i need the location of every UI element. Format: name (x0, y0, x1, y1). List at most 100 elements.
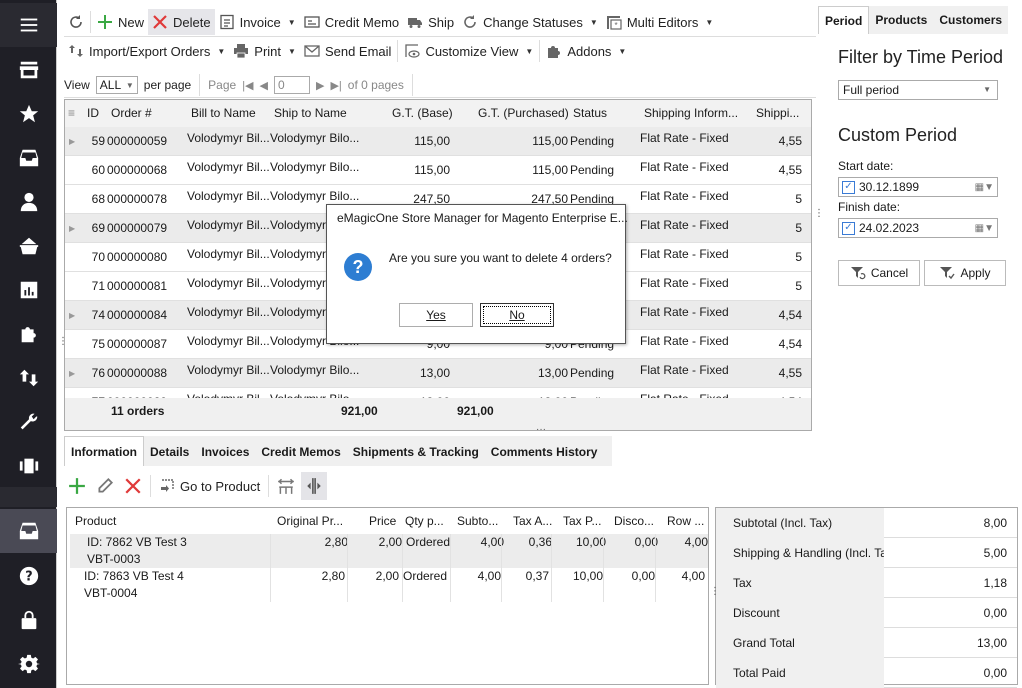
tab-period[interactable]: Period (818, 6, 870, 34)
no-button[interactable]: No (480, 303, 554, 327)
column-header-product[interactable]: Product (75, 508, 116, 534)
column-header-order[interactable]: Order # (111, 100, 152, 127)
print-button[interactable]: Print ▼ (229, 38, 300, 64)
column-header-status[interactable]: Status (573, 100, 607, 127)
refresh-button[interactable] (64, 9, 88, 35)
column-header-shipping-info[interactable]: Shipping Inform... (644, 100, 738, 127)
sidebar-item-reports[interactable] (0, 268, 57, 312)
fit-columns-button[interactable] (273, 472, 299, 500)
tab-products[interactable]: Products (869, 6, 933, 34)
import-export-button[interactable]: Import/Export Orders ▼ (64, 38, 229, 64)
svg-text:*: * (614, 21, 617, 30)
tab-shipments-tracking[interactable]: Shipments & Tracking (347, 438, 485, 466)
tab-invoices[interactable]: Invoices (195, 438, 255, 466)
order-row[interactable]: 60 000000068 Volodymyr Bil... Volodymyr Bil… (65, 156, 811, 185)
sidebar-item-favorites[interactable] (0, 92, 57, 136)
calendar-dropdown-icon[interactable]: ▦▼ (975, 223, 994, 234)
item-row[interactable]: ID: 7862 VB Test 3 VBT-0003 2,80 2,00 Ordere… (70, 534, 708, 568)
customize-view-button[interactable]: Customize View ▼ (400, 38, 537, 64)
row-expand-icon[interactable]: ▶ (69, 301, 75, 330)
column-chooser-icon[interactable]: ≡ (68, 100, 75, 127)
first-page-icon[interactable]: |◀ (242, 79, 253, 92)
finish-date-input[interactable]: ✓ 24.02.2023 ▦▼ (838, 218, 998, 238)
auto-width-button[interactable] (301, 472, 328, 500)
edit-item-button[interactable] (92, 472, 118, 500)
sidebar-splitter-handle[interactable]: ⋮ (58, 337, 68, 347)
cell-shipping: 4,55 (778, 163, 802, 177)
multi-editors-button[interactable]: * Multi Editors ▼ (602, 9, 717, 35)
sidebar-item-layout[interactable] (0, 444, 57, 488)
cell-shipping: 5 (795, 221, 802, 235)
next-page-icon[interactable]: ▶ (316, 79, 324, 92)
credit-memo-button[interactable]: Credit Memo (300, 9, 403, 35)
tab-credit-memos[interactable]: Credit Memos (255, 438, 346, 466)
row-expand-icon[interactable]: ▶ (69, 127, 75, 156)
column-header-id[interactable]: ID (87, 100, 99, 127)
column-header-discount[interactable]: Disco... (614, 508, 654, 534)
sidebar-item-help[interactable]: ? (0, 554, 57, 598)
send-email-button[interactable]: Send Email (300, 38, 395, 64)
per-page-select[interactable]: ALL ▼ (95, 76, 138, 94)
page-number-input[interactable] (274, 76, 310, 94)
sidebar-item-orders-active[interactable] (0, 509, 57, 553)
item-row[interactable]: ID: 7863 VB Test 4 VBT-0004 2,80 2,00 Ordere… (67, 568, 708, 602)
addons-button[interactable]: Addons ▼ (542, 38, 630, 64)
tab-details[interactable]: Details (144, 438, 195, 466)
go-to-product-button[interactable]: Go to Product (155, 473, 264, 499)
sidebar-item-lock[interactable] (0, 598, 57, 642)
horizontal-splitter-handle[interactable]: ··· (536, 425, 546, 435)
column-header-qty[interactable]: Qty p... (405, 508, 444, 534)
column-header-shipping[interactable]: Shippi... (756, 100, 799, 127)
add-item-button[interactable] (64, 472, 90, 500)
sidebar-menu-button[interactable] (0, 3, 57, 47)
column-header-ship-to[interactable]: Ship to Name (274, 100, 347, 127)
column-header-tax-percent[interactable]: Tax P... (563, 508, 601, 534)
row-expand-icon[interactable]: ▶ (69, 214, 75, 243)
sidebar-item-import-export[interactable] (0, 356, 57, 400)
totals-splitter-handle[interactable]: ⋮ (710, 587, 720, 597)
tab-customers[interactable]: Customers (933, 6, 1008, 34)
last-page-icon[interactable]: ▶| (330, 79, 341, 92)
sidebar-item-orders[interactable] (0, 136, 57, 180)
item-sku: VBT-0004 (84, 586, 138, 600)
finish-date-checkbox[interactable]: ✓ (842, 221, 855, 235)
refresh-icon (70, 15, 82, 28)
apply-filter-button[interactable]: Apply (924, 260, 1006, 286)
sidebar-item-tools[interactable] (0, 400, 57, 444)
column-header-tax-amount[interactable]: Tax A... (513, 508, 552, 534)
column-header-price[interactable]: Price (369, 508, 396, 534)
sidebar-item-store[interactable] (0, 48, 57, 92)
column-header-original-price[interactable]: Original Pr... (277, 508, 343, 534)
prev-page-icon[interactable]: ◀ (260, 79, 268, 92)
row-expand-icon[interactable]: ▶ (69, 359, 75, 388)
sidebar-item-settings[interactable] (0, 642, 57, 686)
column-header-row-total[interactable]: Row ... (667, 508, 704, 534)
delete-item-button[interactable] (120, 472, 146, 500)
start-date-checkbox[interactable]: ✓ (842, 180, 855, 194)
cell-order-number: 000000078 (107, 192, 168, 206)
invoice-button[interactable]: Invoice ▼ (215, 9, 300, 35)
new-button[interactable]: New (93, 9, 148, 35)
tab-comments-history[interactable]: Comments History (485, 438, 604, 466)
cancel-filter-button[interactable]: Cancel (838, 260, 920, 286)
calendar-dropdown-icon[interactable]: ▦▼ (975, 182, 994, 193)
order-row[interactable]: ▶ 59 000000059 Volodymyr Bil... Volodymyr Bi… (65, 127, 811, 156)
period-select[interactable]: Full period ▼ (838, 80, 998, 100)
column-header-gt-base[interactable]: G.T. (Base) (392, 100, 453, 127)
delete-button[interactable]: Delete (148, 9, 215, 35)
column-header-bill-to[interactable]: Bill to Name (191, 100, 256, 127)
change-statuses-button[interactable]: Change Statuses ▼ (458, 9, 602, 35)
vertical-splitter-handle[interactable]: ⋮ (814, 209, 824, 219)
sidebar-item-addons[interactable] (0, 312, 57, 356)
columns-icon (19, 458, 38, 474)
column-header-gt-purchased[interactable]: G.T. (Purchased) (478, 100, 569, 127)
tab-information[interactable]: Information (64, 436, 144, 466)
ship-button[interactable]: Ship (403, 9, 458, 35)
sidebar-item-carts[interactable] (0, 224, 57, 268)
sidebar-item-customers[interactable] (0, 180, 57, 224)
column-header-subtotal[interactable]: Subto... (457, 508, 498, 534)
yes-button[interactable]: Yes (399, 303, 473, 327)
order-row[interactable]: ▶ 76 000000088 Volodymyr Bil... Volodymyr Bi… (65, 359, 811, 388)
column-divider (450, 534, 451, 602)
start-date-input[interactable]: ✓ 30.12.1899 ▦▼ (838, 177, 998, 197)
